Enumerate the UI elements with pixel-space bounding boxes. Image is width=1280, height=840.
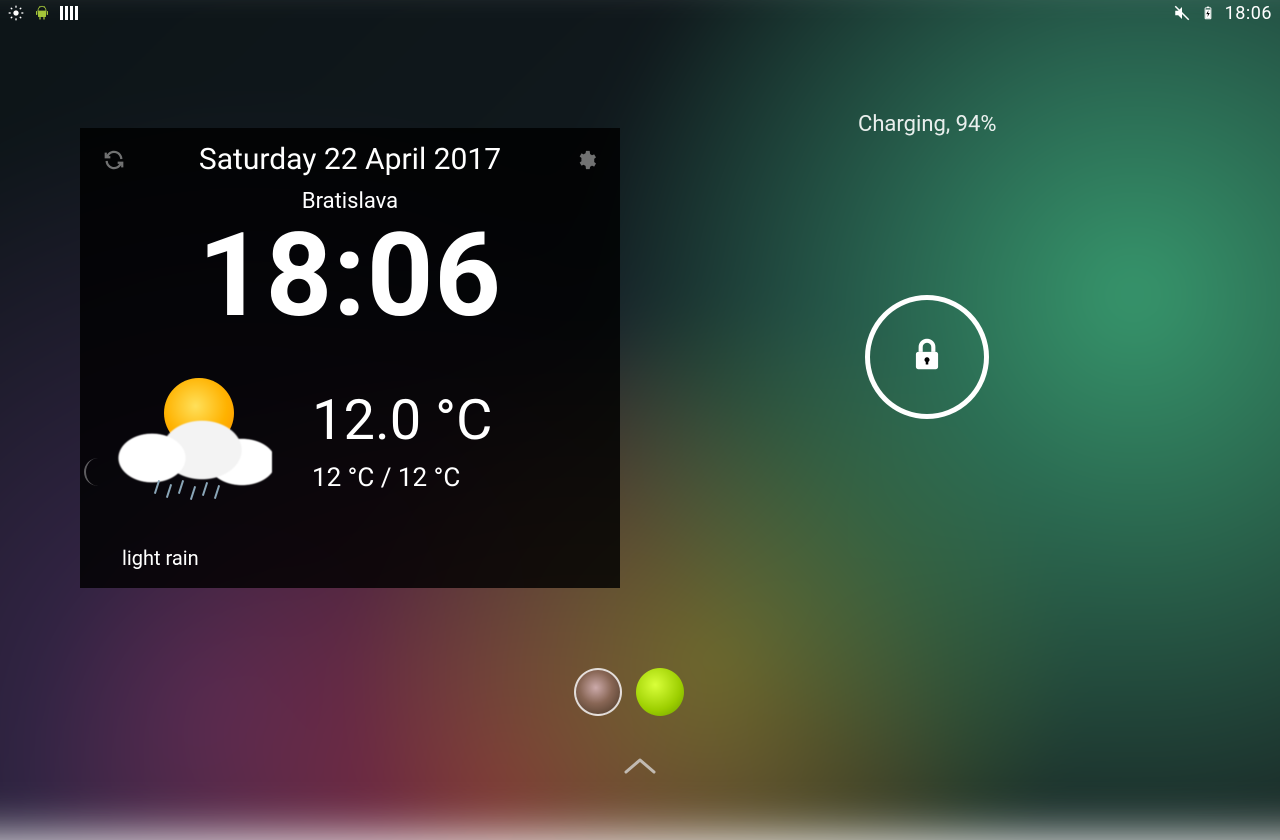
user-avatar[interactable] bbox=[636, 668, 684, 716]
brightness-icon bbox=[8, 5, 24, 21]
weather-clock-widget[interactable]: Saturday 22 April 2017 Bratislava 18:06 … bbox=[80, 128, 620, 588]
battery-charging-icon bbox=[1201, 4, 1215, 22]
widget-clock: 18:06 bbox=[102, 218, 598, 334]
user-switcher bbox=[574, 668, 684, 716]
weather-condition: light rain bbox=[122, 546, 199, 570]
gear-icon[interactable] bbox=[574, 148, 598, 172]
status-bar: 18:06 bbox=[0, 0, 1280, 26]
widget-date: Saturday 22 April 2017 bbox=[126, 142, 574, 177]
android-icon bbox=[34, 5, 50, 21]
weather-icon bbox=[94, 360, 284, 520]
lock-icon bbox=[908, 336, 946, 378]
lock-ring[interactable] bbox=[865, 295, 989, 419]
status-clock: 18:06 bbox=[1225, 3, 1272, 24]
charging-status: Charging, 94% bbox=[858, 112, 997, 137]
temperature-range: 12 °C / 12 °C bbox=[312, 463, 492, 493]
temperature: 12.0 °C bbox=[312, 387, 492, 453]
user-avatar[interactable] bbox=[574, 668, 622, 716]
barcode-icon bbox=[60, 6, 78, 20]
mute-icon bbox=[1173, 4, 1191, 22]
refresh-icon[interactable] bbox=[102, 148, 126, 172]
chevron-up-icon[interactable] bbox=[620, 754, 660, 782]
